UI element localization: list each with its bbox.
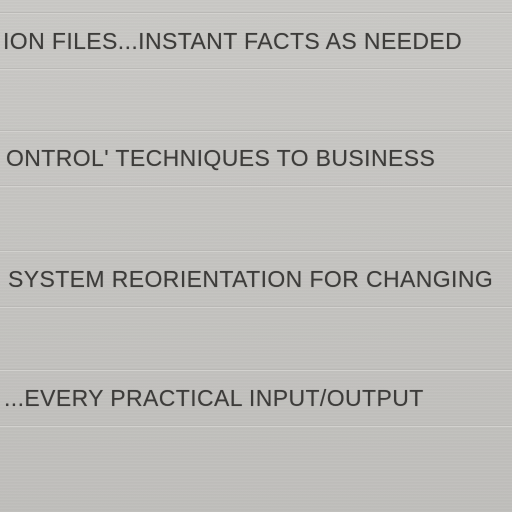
rule-line bbox=[0, 369, 512, 371]
rule-line bbox=[0, 12, 512, 14]
rule-line bbox=[0, 250, 512, 252]
rule-line bbox=[0, 185, 512, 187]
rule-line bbox=[0, 68, 512, 70]
text-line-4: ...EVERY PRACTICAL INPUT/OUTPUT bbox=[4, 385, 424, 411]
text-line-2: ONTROL' TECHNIQUES TO BUSINESS bbox=[6, 145, 436, 171]
rule-line bbox=[0, 425, 512, 427]
document-page: ION FILES...INSTANT FACTS AS NEEDED ONTR… bbox=[0, 0, 512, 512]
rule-line bbox=[0, 306, 512, 308]
rule-line bbox=[0, 130, 512, 132]
text-line-1: ION FILES...INSTANT FACTS AS NEEDED bbox=[3, 28, 463, 54]
text-line-3: SYSTEM REORIENTATION FOR CHANGING bbox=[8, 266, 494, 292]
